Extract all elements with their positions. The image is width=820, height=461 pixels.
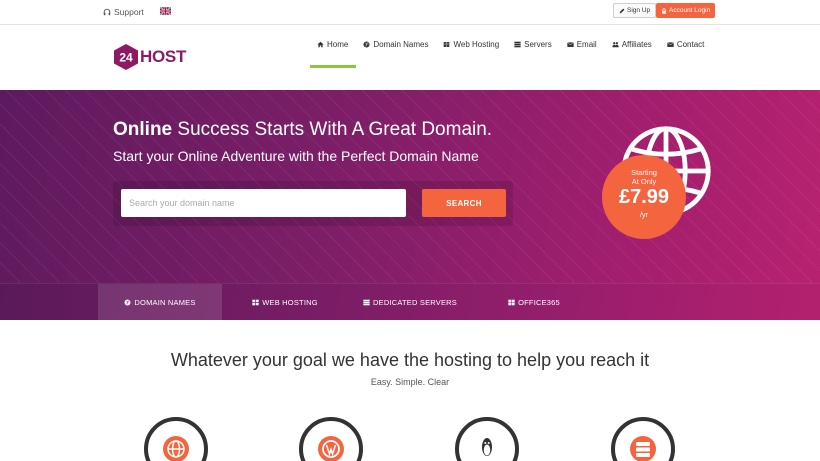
tab-label-web-hosting: WEB HOSTING	[262, 298, 318, 307]
nav-label-email: Email	[576, 40, 597, 49]
globe-icon	[124, 299, 131, 306]
linux-penguin-icon	[482, 438, 492, 456]
feature-linux-circle	[455, 417, 519, 461]
domain-search-box: SEARCH	[113, 181, 513, 226]
tab-dedicated-servers[interactable]: DEDICATED SERVERS	[348, 284, 472, 321]
wordpress-icon	[318, 436, 344, 461]
logo[interactable]: 24 HOST	[113, 43, 186, 71]
feature-servers-circle	[611, 417, 675, 461]
nav-item-affiliates[interactable]: Affiliates	[612, 40, 652, 49]
headphones-icon	[103, 8, 111, 16]
pencil-icon	[619, 8, 625, 13]
nav-label-domain-names: Domain Names	[373, 40, 429, 49]
logo-number: 24	[119, 51, 133, 65]
tab-web-hosting[interactable]: WEB HOSTING	[222, 284, 348, 321]
section-subtitle: Easy. Simple. Clear	[370, 377, 450, 387]
nav-label-servers: Servers	[524, 40, 552, 49]
servers-icon	[363, 299, 370, 306]
tab-domain-names[interactable]: DOMAIN NAMES	[98, 284, 222, 321]
hero-title-rest: Success Starts With A Great Domain.	[172, 119, 493, 140]
grid-icon	[252, 299, 259, 306]
users-icon	[612, 42, 619, 48]
product-tabs: DOMAIN NAMES WEB HOSTING DEDICATED SERVE…	[0, 283, 820, 321]
nav-item-web-hosting[interactable]: Web Hosting	[443, 40, 499, 49]
envelope-icon	[566, 42, 574, 47]
main-nav: Home Domain Names Web Hosting Servers Em…	[317, 40, 719, 49]
nav-item-contact[interactable]: Contact	[667, 40, 705, 49]
price-at-only-line: At Only	[631, 177, 657, 186]
globe-icon	[363, 41, 370, 48]
logo-hexagon: 24	[114, 44, 138, 70]
support-link[interactable]: Support	[103, 7, 144, 17]
hero-title-bold: Online	[113, 119, 173, 140]
account-login-button[interactable]: Account Login	[656, 3, 716, 18]
tab-office365[interactable]: OFFICE365	[472, 284, 596, 321]
nav-item-domain-names[interactable]: Domain Names	[363, 40, 428, 49]
support-label: Support	[114, 7, 144, 17]
price-starting-text: Starting At Only	[602, 168, 686, 186]
search-button[interactable]: SEARCH	[422, 189, 506, 217]
nav-item-servers[interactable]: Servers	[514, 40, 552, 49]
tab-label-office365: OFFICE365	[518, 298, 560, 307]
sign-up-button[interactable]: Sign Up	[613, 3, 657, 18]
price-value: £7.99	[618, 186, 670, 208]
envelope-icon	[667, 42, 674, 47]
feature-domains-circle	[144, 417, 208, 461]
domain-search-input[interactable]	[121, 189, 406, 217]
sign-up-label: Sign Up	[627, 7, 651, 14]
servers-icon	[514, 41, 521, 48]
header: 24 HOST Home Domain Names Web Hosting Se…	[0, 25, 820, 90]
hero-subtitle: Start your Online Adventure with the Per…	[113, 148, 479, 164]
nav-item-home[interactable]: Home	[317, 40, 348, 49]
tab-label-dedicated-servers: DEDICATED SERVERS	[373, 298, 457, 307]
lock-icon	[662, 7, 666, 14]
section-title: Whatever your goal we have the hosting t…	[170, 350, 650, 370]
book-icon	[444, 42, 450, 47]
price-starting-line: Starting	[631, 168, 657, 177]
price-period: /yr	[639, 210, 649, 219]
feature-wordpress-circle	[299, 417, 363, 461]
nav-active-indicator	[310, 65, 356, 68]
hero-title: Online Success Starts With A Great Domai…	[113, 119, 492, 141]
logo-text: HOST	[140, 47, 187, 66]
nav-label-contact: Contact	[676, 40, 705, 49]
account-login-label: Account Login	[669, 7, 711, 14]
globe-icon	[163, 436, 189, 461]
price-badge: Starting At Only £7.99 /yr	[602, 155, 686, 239]
server-stack-icon	[630, 436, 656, 461]
top-bar: Support Sign Up Account Login	[0, 0, 820, 25]
nav-label-home: Home	[327, 40, 349, 49]
hero-banner: Online Success Starts With A Great Domai…	[0, 90, 820, 283]
nav-item-email[interactable]: Email	[566, 40, 597, 49]
windows-icon	[508, 299, 515, 306]
tab-label-domain-names: DOMAIN NAMES	[134, 298, 196, 307]
nav-label-web-hosting: Web Hosting	[453, 40, 500, 49]
uk-flag-icon[interactable]	[160, 7, 171, 15]
home-icon	[317, 41, 324, 48]
nav-label-affiliates: Affiliates	[621, 40, 652, 49]
